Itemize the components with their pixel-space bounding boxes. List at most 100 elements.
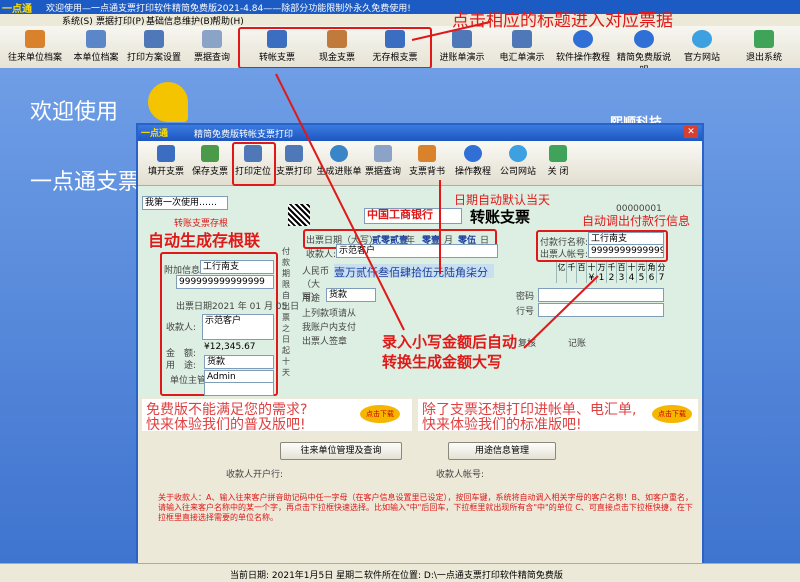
annotation-amount: 录入小写金额后自动 转换生成金额大写 bbox=[382, 332, 517, 372]
toolbar-exit[interactable]: 退出系统 bbox=[740, 28, 788, 66]
stub-panel: 附加信息 工行南支 999999999999999 出票日期2021 年 01 … bbox=[160, 252, 299, 396]
stub-use[interactable]: 货款 bbox=[204, 355, 274, 369]
password-input[interactable] bbox=[538, 288, 664, 302]
browser-icon bbox=[509, 145, 527, 162]
toolbar-tutorial[interactable]: 软件操作教程 bbox=[556, 28, 610, 66]
payer-account-select[interactable]: 999999999999999 bbox=[588, 244, 664, 258]
btn-company-site[interactable]: 公司网站 bbox=[496, 143, 540, 177]
person-icon bbox=[385, 30, 405, 48]
amount-digit-value: 1 bbox=[598, 273, 605, 283]
btn-fill-check[interactable]: 填开支票 bbox=[144, 143, 188, 177]
toolbar-label: 支票打印 bbox=[275, 167, 312, 177]
toolbar-label: 保存支票 bbox=[191, 167, 228, 177]
stub-bank[interactable]: 工行南支 bbox=[200, 260, 274, 274]
annotation-payer-auto: 自动调出付款行信息 bbox=[582, 214, 691, 228]
toolbar-transfer-check[interactable]: 转帐支票 bbox=[253, 28, 301, 66]
password-label: 密码 bbox=[516, 292, 535, 302]
manage-use-button[interactable]: 用途信息管理 bbox=[448, 442, 556, 460]
document-icon bbox=[452, 30, 472, 48]
payee-input[interactable]: 示范客户 bbox=[336, 244, 498, 258]
amount-digit-header: 万 bbox=[597, 263, 606, 272]
stub-account[interactable]: 999999999999999 bbox=[176, 275, 274, 289]
toolbar-label: 打印定位 bbox=[234, 167, 271, 177]
btn-tutorial[interactable]: 操作教程 bbox=[452, 143, 494, 177]
btn-make-deposit[interactable]: 生成进账单 bbox=[316, 143, 362, 177]
menubar: 系统(S) 票据打印(P) 基础信息维护(B) 帮助(H) bbox=[0, 14, 800, 27]
amount-digit-cell: 百 bbox=[576, 262, 586, 283]
toolbar-stubless-check[interactable]: 无存根支票 bbox=[370, 28, 420, 66]
stub-amount: ¥12,345.67 bbox=[204, 342, 256, 352]
main-titlebar: 一点通 欢迎使用—一点通支票打印软件精简免费版2021-4.84——除部分功能限… bbox=[0, 0, 800, 15]
payer-account-label: 出票人帐号: bbox=[540, 250, 589, 260]
amount-digit-cell: 分7 bbox=[656, 262, 666, 283]
stub-extra-select[interactable] bbox=[204, 382, 274, 396]
people-icon bbox=[25, 30, 45, 48]
stub-payee[interactable]: 示范客户 bbox=[202, 314, 274, 340]
toolbar-deposit-demo[interactable]: 进账单演示 bbox=[434, 28, 490, 66]
save-icon bbox=[201, 145, 219, 162]
reviewer-label: 复核 bbox=[518, 339, 537, 349]
btn-print-locate[interactable]: 打印定位 bbox=[232, 143, 274, 177]
toolbar-label: 退出系统 bbox=[745, 53, 782, 63]
ad-left-line2: 快来体验我们的普及版吧! bbox=[146, 417, 306, 433]
close-icon[interactable]: ✕ bbox=[684, 126, 698, 138]
toolbar-cash-check[interactable]: 现金支票 bbox=[313, 28, 361, 66]
btn-save-check[interactable]: 保存支票 bbox=[188, 143, 232, 177]
download-badge[interactable]: 点击下载 bbox=[360, 405, 400, 423]
statusbar: 当前日期: 2021年1月5日 星期二 软件所在位置: D:\一点通支票打印软件… bbox=[0, 563, 800, 582]
window-title: 精简免费版转帐支票打印 bbox=[194, 130, 294, 140]
stub-payee-label: 收款人: bbox=[166, 323, 197, 333]
printer-icon bbox=[285, 145, 303, 162]
toolbar-free-info[interactable]: 精简免费版说明 bbox=[613, 28, 675, 76]
download-badge[interactable]: 点击下载 bbox=[652, 405, 692, 423]
amount-digit-cell: 角6 bbox=[646, 262, 656, 283]
btn-ticket-query[interactable]: 票据查询 bbox=[362, 143, 404, 177]
ad-banner-right[interactable]: 除了支票还想打印进帐单、电汇单, 快来体验我们的标准版吧! 点击下载 bbox=[418, 399, 698, 433]
amount-digit-cell: 千 bbox=[566, 262, 576, 283]
check-print-window: 一点通 精简免费版转帐支票打印 ✕ 填开支票 保存支票 打印定位 支票打印 生成… bbox=[136, 123, 704, 569]
check-toolbar: 填开支票 保存支票 打印定位 支票打印 生成进账单 票据查询 支票背书 操作教程… bbox=[138, 141, 702, 186]
window-logo: 一点通 bbox=[141, 129, 169, 139]
toolbar-label: 往来单位档案 bbox=[7, 53, 62, 63]
btn-endorse[interactable]: 支票背书 bbox=[406, 143, 448, 177]
btn-check-print[interactable]: 支票打印 bbox=[274, 143, 314, 177]
pen-icon bbox=[418, 145, 436, 162]
bank-select[interactable]: 中国工商银行 bbox=[364, 208, 462, 224]
first-use-input[interactable]: 我第一次使用…… bbox=[142, 196, 228, 210]
star-logo-icon bbox=[148, 82, 188, 122]
above-label: 上列款项请从 bbox=[302, 309, 357, 319]
annotation-date-auto: 日期自动默认当天 bbox=[454, 193, 551, 207]
amount-digit-value: ¥ bbox=[588, 273, 595, 283]
toolbar-label: 官方网站 bbox=[683, 53, 720, 63]
toolbar-ticket-query[interactable]: 票据查询 bbox=[188, 28, 236, 66]
amount-digit-value: 7 bbox=[658, 273, 665, 283]
annotation-amount-line1: 录入小写金额后自动 bbox=[382, 333, 518, 351]
amount-upper: 壹万贰仟叁佰肆拾伍元陆角柒分 bbox=[334, 264, 494, 279]
toolbar-website[interactable]: 官方网站 bbox=[680, 28, 724, 66]
check-window-titlebar: 一点通 精简免费版转帐支票打印 ✕ bbox=[138, 125, 702, 141]
toolbar-units-archive[interactable]: 往来单位档案 bbox=[6, 28, 64, 66]
payee-account-label: 收款人帐号: bbox=[436, 470, 485, 480]
welcome-text: 欢迎使用 bbox=[30, 100, 119, 125]
ad-banner-left[interactable]: 免费版不能满足您的需求? 快来体验我们的普及版吧! 点击下载 bbox=[142, 399, 412, 433]
toolbar-label: 本单位档案 bbox=[73, 53, 119, 63]
amount-digit-header: 亿 bbox=[557, 263, 566, 272]
use-select[interactable]: 货款 bbox=[326, 288, 376, 302]
toolbar-label: 生成进账单 bbox=[316, 167, 362, 177]
brand-text: 一点通支票 bbox=[30, 170, 141, 195]
toolbar-label: 支票背书 bbox=[408, 167, 445, 177]
manage-units-button[interactable]: 往来单位管理及查询 bbox=[280, 442, 402, 460]
toolbar-own-archive[interactable]: 本单位档案 bbox=[70, 28, 122, 66]
toolbar-wire-demo[interactable]: 电汇单演示 bbox=[494, 28, 550, 66]
use-label: 用途 bbox=[302, 294, 321, 304]
amount-digit-header: 千 bbox=[607, 263, 616, 272]
amount-digit-cell: 亿 bbox=[556, 262, 566, 283]
amount-digit-cell: 千2 bbox=[606, 262, 616, 283]
amount-digit-grid: 亿千百十 ¥ 万 1 千 2 百 3 十 4 元 5 角 6 分 7 bbox=[556, 262, 666, 283]
btn-close[interactable]: 关 闭 bbox=[542, 143, 574, 177]
stub-manager-label: 单位主管 bbox=[170, 376, 207, 386]
person-icon bbox=[327, 30, 347, 48]
amount-digit-cell: 元5 bbox=[636, 262, 646, 283]
toolbar-print-plan[interactable]: 打印方案设置 bbox=[126, 28, 182, 66]
line-number-input[interactable] bbox=[538, 303, 664, 317]
